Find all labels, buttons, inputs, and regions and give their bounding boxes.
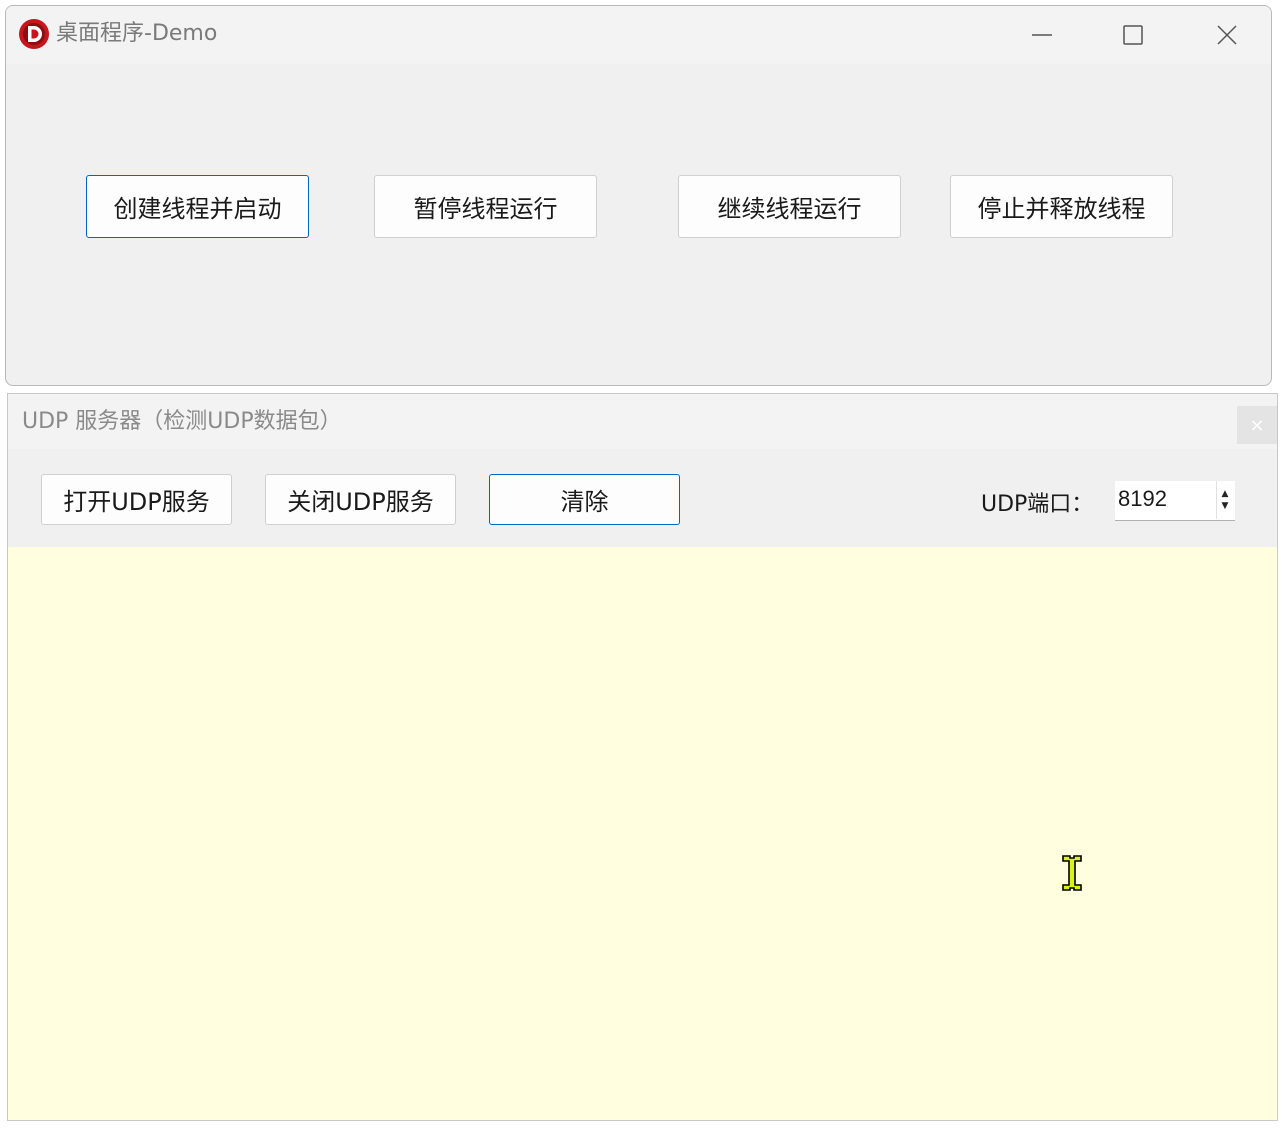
panel-title-bar[interactable]: UDP 服务器（检测UDP数据包） ×	[8, 394, 1277, 449]
close-button[interactable]	[1192, 10, 1262, 60]
window-title: 桌面程序-Demo	[56, 21, 218, 46]
panel-title: UDP 服务器（检测UDP数据包）	[22, 409, 342, 434]
spin-down-icon[interactable]: ▼	[1222, 501, 1229, 511]
close-icon: ×	[1249, 414, 1265, 436]
maximize-icon	[1123, 25, 1143, 45]
maximize-button[interactable]	[1098, 10, 1168, 60]
close-icon	[1217, 25, 1237, 45]
spin-up-icon[interactable]: ▲	[1222, 489, 1229, 499]
stop-release-thread-button[interactable]: 停止并释放线程	[950, 175, 1173, 238]
clear-button[interactable]: 清除	[489, 474, 680, 525]
panel-close-button[interactable]: ×	[1237, 406, 1277, 444]
resume-thread-button[interactable]: 继续线程运行	[678, 175, 901, 238]
udp-port-label: UDP端口：	[981, 492, 1094, 517]
close-udp-service-button[interactable]: 关闭UDP服务	[265, 474, 456, 525]
udp-log-textarea[interactable]	[8, 547, 1277, 1120]
pause-thread-button[interactable]: 暂停线程运行	[374, 175, 597, 238]
text-cursor-icon	[1062, 855, 1082, 891]
open-udp-service-button[interactable]: 打开UDP服务	[41, 474, 232, 525]
main-window: 桌面程序-Demo 创建线程并启动 暂停线程运行 继续线程运行 停止并释放线程	[5, 5, 1272, 386]
spinner-arrows[interactable]: ▲ ▼	[1216, 481, 1233, 519]
minimize-icon	[1032, 34, 1052, 36]
udp-server-panel: UDP 服务器（检测UDP数据包） × 打开UDP服务 关闭UDP服务 清除 U…	[7, 393, 1278, 1121]
udp-port-spinner[interactable]: 8192 ▲ ▼	[1115, 481, 1235, 521]
create-start-thread-button[interactable]: 创建线程并启动	[86, 175, 309, 238]
title-bar[interactable]: 桌面程序-Demo	[6, 6, 1271, 64]
app-logo-icon	[19, 19, 49, 49]
udp-port-value[interactable]: 8192	[1118, 486, 1167, 512]
minimize-button[interactable]	[1007, 10, 1077, 60]
